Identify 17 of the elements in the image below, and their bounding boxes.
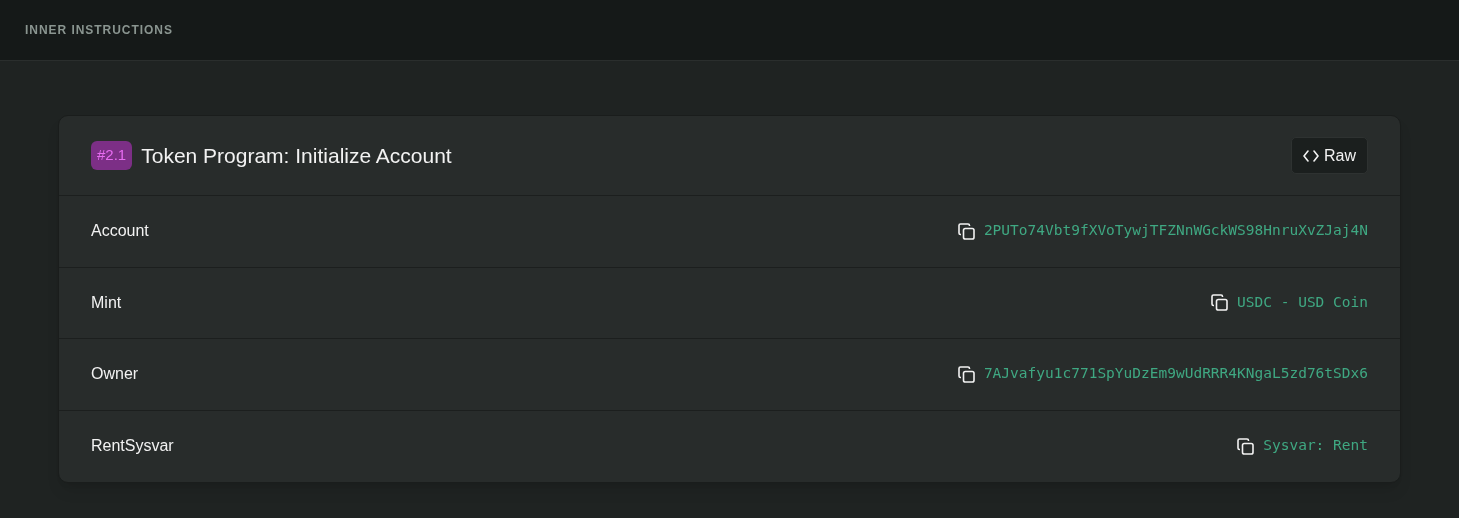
copy-icon[interactable] (957, 365, 975, 383)
address-link[interactable]: Sysvar: Rent (1263, 435, 1368, 458)
section-title: INNER INSTRUCTIONS (25, 22, 173, 39)
address-link[interactable]: 7AJvafyu1c771SpYuDzEm9wUdRRR4KNgaL5zd76tSDx6 (983, 363, 1368, 386)
raw-button[interactable]: Raw (1291, 137, 1368, 174)
copy-icon[interactable] (957, 222, 975, 240)
copy-icon[interactable] (1211, 294, 1229, 312)
instruction-badge: #2.1 (91, 141, 133, 170)
instruction-title: Token Program: Initialize Account (141, 142, 453, 169)
field-label: Account (91, 221, 150, 242)
field-label: Owner (91, 364, 140, 385)
address-link[interactable]: USDC - USD Coin (1237, 291, 1368, 314)
field-label: Mint (91, 292, 123, 313)
address-link[interactable]: 2PUTo74Vbt9fXVoTywjTFZNnWGckWS98HnruXvZJaj4N (983, 220, 1368, 243)
code-icon (1303, 149, 1319, 162)
field-label: RentSysvar (91, 436, 175, 457)
copy-icon[interactable] (1237, 437, 1255, 455)
